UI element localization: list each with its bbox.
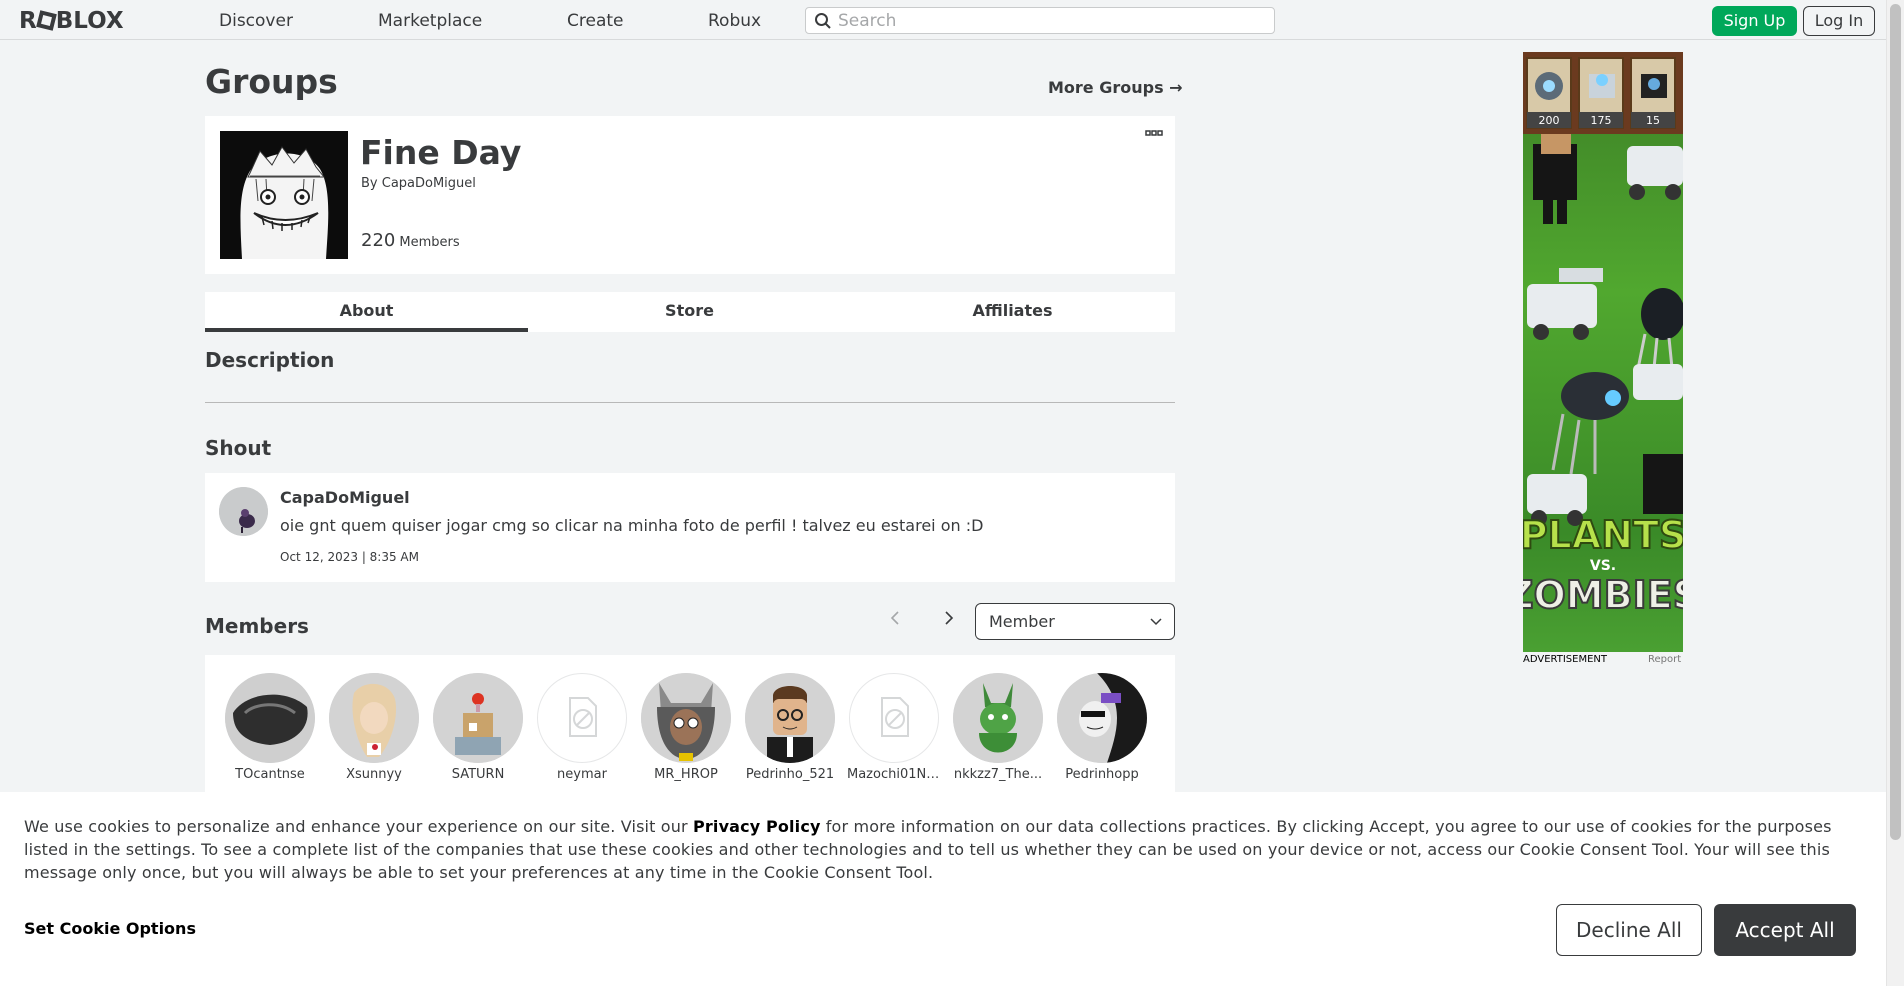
- member-name[interactable]: Xsunnyy: [327, 767, 421, 782]
- shout-timestamp: Oct 12, 2023 | 8:35 AM: [280, 550, 419, 564]
- shout-heading: Shout: [205, 436, 272, 460]
- set-cookie-options-link[interactable]: Set Cookie Options: [24, 919, 196, 938]
- member-tile[interactable]: neymar: [535, 673, 629, 782]
- tab-store[interactable]: Store: [528, 292, 851, 332]
- member-tile[interactable]: Pedrinho_521: [743, 673, 837, 782]
- member-avatar-placeholder[interactable]: [849, 673, 939, 763]
- ad-game-art: PLANTS VS. ZOMBIES: [1523, 134, 1683, 618]
- member-avatar[interactable]: [641, 673, 731, 763]
- chevron-left-icon[interactable]: [888, 610, 904, 626]
- member-count-value: 220: [361, 230, 396, 251]
- ad-seed-bar: 200 175 15: [1523, 52, 1683, 134]
- nav-marketplace[interactable]: Marketplace: [378, 11, 482, 31]
- member-name[interactable]: neymar: [535, 767, 629, 782]
- roblox-logo[interactable]: R BLOX: [19, 8, 124, 34]
- member-name[interactable]: Mazochi01Ni...: [847, 767, 941, 782]
- nav-robux[interactable]: Robux: [708, 11, 761, 31]
- member-avatar[interactable]: [745, 673, 835, 763]
- advertisement-label: ADVERTISEMENT: [1523, 654, 1608, 665]
- member-tile[interactable]: Pedrinhopp: [1055, 673, 1149, 782]
- chevron-down-icon: [1150, 618, 1162, 626]
- ad-title-line1: PLANTS: [1523, 513, 1683, 557]
- cookie-consent-banner: We use cookies to personalize and enhanc…: [0, 792, 1886, 986]
- page-title: Groups: [205, 62, 338, 101]
- member-name[interactable]: Pedrinhopp: [1055, 767, 1149, 782]
- more-options-icon[interactable]: [1145, 129, 1163, 139]
- cookie-text-part1: We use cookies to personalize and enhanc…: [24, 817, 694, 836]
- group-member-count: 220 Members: [361, 230, 460, 251]
- privacy-policy-link[interactable]: Privacy Policy: [693, 817, 821, 836]
- member-avatar[interactable]: [225, 673, 315, 763]
- section-divider: [205, 402, 1175, 403]
- members-list: TOcantnse Xsunnyy SATURN neymar MR_HROP …: [205, 655, 1175, 795]
- member-role-selected: Member: [989, 612, 1055, 631]
- member-tile[interactable]: SATURN: [431, 673, 525, 782]
- member-name[interactable]: nkkzz7_The...: [951, 767, 1045, 782]
- member-tile[interactable]: MR_HROP: [639, 673, 733, 782]
- member-name[interactable]: MR_HROP: [639, 767, 733, 782]
- members-heading: Members: [205, 614, 309, 638]
- search-icon: [815, 13, 831, 29]
- nav-create[interactable]: Create: [567, 11, 624, 31]
- nav-discover[interactable]: Discover: [219, 11, 293, 31]
- page-scrollbar[interactable]: [1886, 0, 1904, 986]
- chevron-right-icon[interactable]: [940, 610, 956, 626]
- tab-about[interactable]: About: [205, 292, 528, 332]
- group-header-card: Fine Day By CapaDoMiguel 220 Members: [205, 116, 1175, 274]
- ad-title-line3: ZOMBIES: [1523, 573, 1683, 617]
- group-tabs: About Store Affiliates: [205, 292, 1175, 332]
- description-heading: Description: [205, 348, 335, 372]
- advertisement-banner[interactable]: 200 175 15 PLANTS VS. ZOMBIES: [1523, 52, 1683, 652]
- member-avatar-placeholder[interactable]: [537, 673, 627, 763]
- more-groups-link[interactable]: More Groups →: [1048, 78, 1183, 97]
- member-tile[interactable]: TOcantnse: [223, 673, 317, 782]
- ad-price-1: 200: [1539, 114, 1560, 127]
- member-tile[interactable]: Mazochi01Ni...: [847, 673, 941, 782]
- member-count-label: Members: [399, 235, 460, 250]
- group-emblem-image: [220, 131, 348, 259]
- cookie-consent-text: We use cookies to personalize and enhanc…: [24, 815, 1844, 884]
- member-avatar[interactable]: [433, 673, 523, 763]
- member-name[interactable]: Pedrinho_521: [743, 767, 837, 782]
- search-box[interactable]: [805, 7, 1275, 34]
- member-avatar[interactable]: [329, 673, 419, 763]
- member-role-dropdown[interactable]: Member: [975, 603, 1175, 640]
- search-input[interactable]: [838, 11, 1258, 31]
- member-tile[interactable]: nkkzz7_The...: [951, 673, 1045, 782]
- member-name[interactable]: SATURN: [431, 767, 525, 782]
- ad-title-line2: VS.: [1590, 558, 1616, 574]
- shout-card: CapaDoMiguel oie gnt quem quiser jogar c…: [205, 473, 1175, 582]
- scrollbar-thumb[interactable]: [1890, 4, 1901, 840]
- member-name[interactable]: TOcantnse: [223, 767, 317, 782]
- accept-all-button[interactable]: Accept All: [1714, 904, 1856, 956]
- shout-message: oie gnt quem quiser jogar cmg so clicar …: [280, 516, 984, 535]
- report-ad-link[interactable]: Report: [1648, 654, 1681, 665]
- shout-user-avatar[interactable]: [219, 487, 268, 536]
- member-avatar[interactable]: [1057, 673, 1147, 763]
- ad-price-3: 15: [1646, 114, 1660, 127]
- group-name: Fine Day: [360, 133, 522, 172]
- sign-up-button[interactable]: Sign Up: [1712, 6, 1797, 36]
- top-navigation-bar: R BLOX Discover Marketplace Create Robux …: [0, 0, 1886, 40]
- tab-affiliates[interactable]: Affiliates: [851, 292, 1174, 332]
- member-tile[interactable]: Xsunnyy: [327, 673, 421, 782]
- shout-username[interactable]: CapaDoMiguel: [280, 488, 410, 507]
- group-owner[interactable]: By CapaDoMiguel: [361, 176, 476, 191]
- log-in-button[interactable]: Log In: [1803, 6, 1875, 36]
- decline-all-button[interactable]: Decline All: [1556, 904, 1702, 956]
- member-avatar[interactable]: [953, 673, 1043, 763]
- ad-price-2: 175: [1591, 114, 1612, 127]
